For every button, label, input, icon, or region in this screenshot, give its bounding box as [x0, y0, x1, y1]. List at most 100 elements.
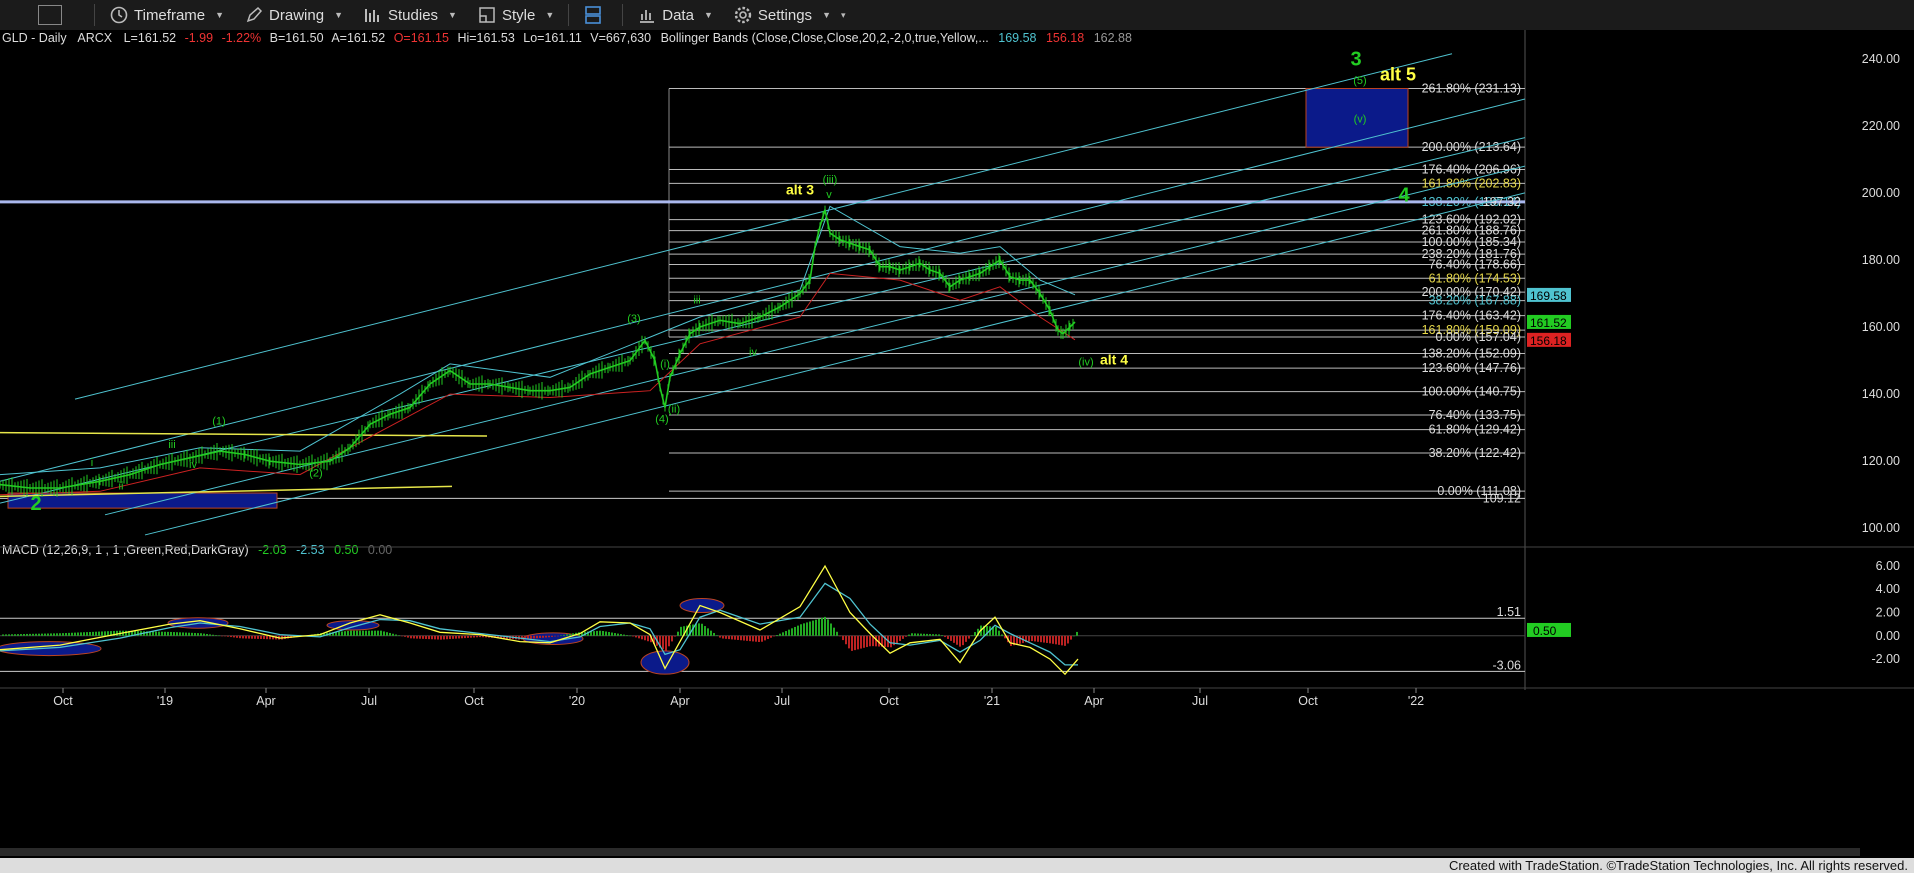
macd-tick-label: 2.00 — [1876, 606, 1900, 620]
macd-histogram-bar — [818, 618, 820, 636]
macd-histogram-bar — [233, 635, 235, 638]
wave-label: (5) — [1353, 75, 1366, 87]
macd-histogram-bar — [560, 635, 562, 636]
macd-histogram-bar — [359, 630, 361, 636]
macd-histogram-bar — [941, 635, 943, 636]
settings-button[interactable]: Settings ▼ — [723, 0, 841, 30]
clock-icon — [110, 6, 128, 24]
macd-histogram-bar — [548, 635, 550, 638]
macd-histogram-bar — [926, 633, 928, 636]
caret-down-icon: ▼ — [822, 10, 831, 20]
macd-histogram-bar — [545, 635, 547, 638]
macd-histogram-bar — [827, 619, 829, 636]
macd-histogram-bar — [245, 635, 247, 639]
macd-histogram-bar — [725, 635, 727, 639]
macd-value-marker-label: 0.50 — [1533, 624, 1557, 638]
symbol-box[interactable] — [38, 5, 62, 25]
macd-histogram-bar — [719, 635, 721, 638]
macd-histogram-bar — [566, 634, 568, 636]
macd-histogram-bar — [617, 633, 619, 636]
macd-tick-label: 0.00 — [1876, 629, 1900, 643]
footer: Created with TradeStation. ©TradeStation… — [0, 858, 1914, 873]
macd-histogram-bar — [707, 628, 709, 636]
macd-histogram-bar — [866, 635, 868, 648]
caret-down-icon: ▼ — [545, 10, 555, 20]
macd-histogram-bar — [557, 635, 559, 637]
macd-histogram-bar — [446, 635, 448, 640]
caret-down-icon: ▼ — [448, 10, 457, 20]
macd-histogram-bar — [740, 635, 742, 641]
macd-histogram-bar — [164, 631, 166, 636]
macd-histogram-bar — [416, 635, 418, 639]
macd-histogram-bar — [428, 635, 430, 640]
macd-histogram-bar — [1064, 635, 1066, 646]
macd-histogram-bar — [440, 635, 442, 640]
macd-histogram-bar — [767, 635, 769, 640]
wave-label: (4) — [655, 414, 668, 426]
data-button[interactable]: Data ▼ — [627, 0, 723, 30]
macd-histogram-bar — [380, 630, 382, 636]
macd-histogram-bar — [665, 635, 667, 652]
timeframe-label: Timeframe — [134, 6, 206, 24]
drawing-label: Drawing — [269, 6, 325, 24]
macd-histogram-bar — [773, 635, 775, 637]
wave-label: alt 3 — [786, 182, 814, 198]
macd-histogram-bar — [8, 634, 10, 636]
macd-histogram-bar — [389, 632, 391, 636]
layout-button[interactable] — [573, 0, 618, 30]
macd-histogram-bar — [902, 635, 904, 639]
timeframe-button[interactable]: Timeframe ▼ — [99, 0, 234, 30]
macd-tick-label: -2.00 — [1872, 652, 1901, 666]
fib-level-label: 123.60% (147.76) — [1422, 361, 1521, 375]
price-tick-label: 140.00 — [1862, 387, 1900, 401]
macd-histogram-bar — [158, 631, 160, 636]
macd-histogram-bar — [215, 635, 217, 636]
x-tick-label: '19 — [157, 694, 173, 708]
horizontal-scrollbar[interactable] — [0, 848, 1860, 856]
bb-mid-value: 162.88 — [1094, 31, 1132, 45]
macd-histogram-bar — [191, 632, 193, 636]
macd-histogram-bar — [611, 632, 613, 636]
macd-histogram-bar — [785, 630, 787, 636]
price-tick-label: 120.00 — [1862, 454, 1900, 468]
toolbar-divider — [622, 4, 624, 26]
macd-histogram-bar — [209, 634, 211, 636]
macd-histogram-bar — [47, 633, 49, 636]
wave-label: (ii) — [668, 404, 680, 416]
style-button[interactable]: Style ▼ — [467, 0, 564, 30]
macd-histogram-bar — [254, 635, 256, 639]
macd-histogram-bar — [155, 631, 157, 636]
x-tick-label: Oct — [879, 694, 899, 708]
fib-level-label: 76.40% (133.75) — [1429, 408, 1521, 422]
drawing-button[interactable]: Drawing ▼ — [234, 0, 353, 30]
ask-price: A=161.52 — [331, 31, 385, 45]
macd-histogram-bar — [458, 635, 460, 639]
wave-label: alt 5 — [1380, 65, 1416, 85]
macd-histogram-bar — [50, 633, 52, 636]
macd-histogram-bar — [62, 633, 64, 636]
macd-histogram-bar — [161, 631, 163, 636]
macd-histogram-bar — [614, 633, 616, 636]
x-tick-label: Oct — [53, 694, 73, 708]
macd-histogram-bar — [419, 635, 421, 639]
chart-area: GLD - Daily ARCX L=161.52 -1.99 -1.22% B… — [0, 30, 1914, 858]
wave-label: (iv) — [1078, 357, 1093, 369]
macd-histogram-bar — [224, 635, 226, 637]
more-caret-icon[interactable]: ▾ — [841, 10, 846, 21]
macd-histogram-bar — [377, 630, 379, 636]
wave-label: (i) — [660, 358, 670, 370]
macd-histogram-bar — [461, 635, 463, 639]
macd-histogram-bar — [914, 633, 916, 636]
macd-histogram-bar — [755, 635, 757, 642]
studies-button[interactable]: Studies ▼ — [353, 0, 467, 30]
studies-icon — [365, 9, 379, 22]
macd-histogram-bar — [1049, 635, 1051, 644]
macd-histogram-bar — [542, 635, 544, 638]
toolbar-divider — [568, 4, 570, 26]
macd-histogram-bar — [1043, 635, 1045, 643]
macd-histogram-bar — [83, 632, 85, 636]
macd-histogram-bar — [401, 635, 403, 637]
macd-histogram-bar — [5, 634, 7, 636]
macd-histogram-bar — [644, 635, 646, 641]
settings-label: Settings — [757, 6, 813, 24]
